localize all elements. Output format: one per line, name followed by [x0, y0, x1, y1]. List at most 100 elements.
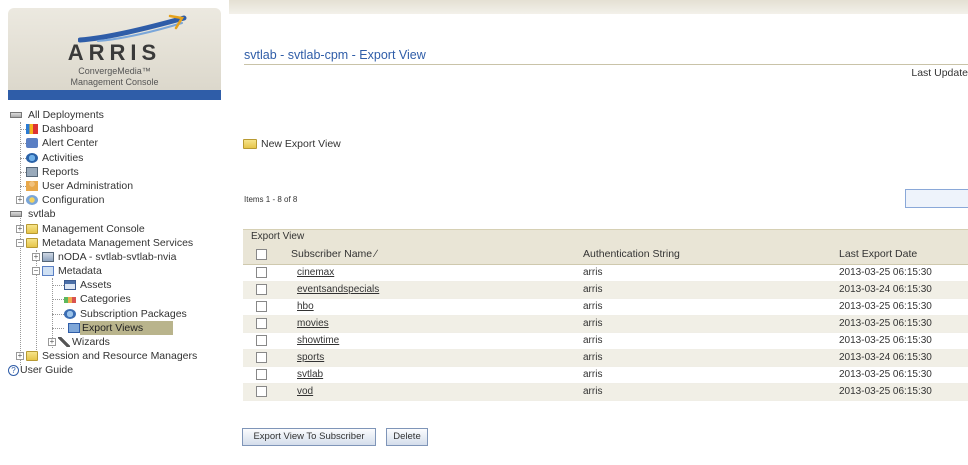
nav-alert-center[interactable]: Alert Center: [8, 136, 223, 150]
export-view-to-subscriber-button[interactable]: Export View To Subscriber: [242, 428, 376, 446]
table-row[interactable]: svtlab arris 2013-03-25 06:15:30: [243, 367, 968, 384]
wizard-icon: [58, 337, 70, 347]
reports-icon: [26, 166, 38, 177]
row-checkbox[interactable]: [256, 352, 267, 363]
expand-icon[interactable]: +: [32, 252, 40, 261]
nav-label: Assets: [80, 279, 112, 292]
dashboard-icon: [26, 124, 38, 135]
delete-button[interactable]: Delete: [386, 428, 428, 446]
filter-input[interactable]: [905, 189, 968, 208]
nav-metadata[interactable]: − Metadata: [8, 264, 223, 278]
nav-export-views[interactable]: Export Views: [8, 320, 223, 335]
table-row[interactable]: cinemax arris 2013-03-25 06:15:30: [243, 265, 968, 282]
subscriber-name-link[interactable]: svtlab: [297, 369, 323, 380]
nav-management-console[interactable]: + Management Console: [8, 222, 223, 236]
row-checkbox[interactable]: [256, 267, 267, 278]
items-count: Items 1 - 8 of 8: [244, 195, 298, 204]
nav-label: User Guide: [20, 364, 74, 377]
subscription-icon: [64, 308, 76, 319]
nav-label: Activities: [42, 151, 84, 164]
table-row[interactable]: hbo arris 2013-03-25 06:15:30: [243, 299, 968, 316]
subscriber-name-link[interactable]: cinemax: [297, 267, 334, 278]
last-export-date: 2013-03-24 06:15:30: [839, 352, 932, 363]
subscriber-name-link[interactable]: sports: [297, 352, 324, 363]
row-checkbox[interactable]: [256, 335, 267, 346]
authentication-string: arris: [583, 386, 603, 397]
drive-icon: [10, 112, 22, 118]
expand-icon[interactable]: +: [16, 352, 24, 361]
expand-icon[interactable]: +: [16, 196, 24, 205]
nav-metadata-management-services[interactable]: − Metadata Management Services: [8, 236, 223, 250]
expand-icon[interactable]: +: [48, 338, 56, 346]
nav-label: Configuration: [42, 194, 105, 207]
subscriber-name-link[interactable]: hbo: [297, 301, 314, 312]
nav-user-administration[interactable]: User Administration: [8, 179, 223, 193]
collapse-icon[interactable]: −: [16, 238, 24, 247]
table-row[interactable]: vod arris 2013-03-25 06:15:30: [243, 384, 968, 401]
nav-categories[interactable]: Categories: [8, 292, 223, 306]
table-row[interactable]: showtime arris 2013-03-25 06:15:30: [243, 333, 968, 350]
column-header-last-export-date[interactable]: Last Export Date: [839, 248, 917, 260]
row-checkbox[interactable]: [256, 318, 267, 329]
nav-configuration[interactable]: + Configuration: [8, 193, 223, 207]
logo-text: ARRIS: [67, 40, 162, 65]
nav-assets[interactable]: Assets: [8, 278, 223, 292]
folder-icon: [26, 351, 38, 362]
collapse-icon[interactable]: −: [32, 267, 40, 276]
nav-wizards[interactable]: + Wizards: [8, 335, 223, 349]
folder-open-icon: [26, 237, 38, 248]
last-export-date: 2013-03-25 06:15:30: [839, 318, 932, 329]
nav-activities[interactable]: Activities: [8, 151, 223, 165]
nav-reports[interactable]: Reports: [8, 165, 223, 179]
table-row[interactable]: eventsandspecials arris 2013-03-24 06:15…: [243, 282, 968, 299]
new-export-view-label: New Export View: [261, 138, 341, 150]
last-export-date: 2013-03-25 06:15:30: [839, 335, 932, 346]
nav-label: All Deployments: [28, 109, 104, 121]
last-export-date: 2013-03-25 06:15:30: [839, 301, 932, 312]
nav-noda[interactable]: + nODA - svtlab-svtlab-nvia: [8, 250, 223, 264]
divider: [244, 64, 968, 65]
column-header-authentication-string[interactable]: Authentication String: [583, 248, 680, 260]
navigation-tree: All Deployments Dashboard Alert Center A…: [8, 108, 223, 378]
subscriber-name-link[interactable]: movies: [297, 318, 329, 329]
nav-label: Subscription Packages: [80, 307, 187, 320]
nav-user-guide[interactable]: ? User Guide: [8, 363, 223, 377]
last-export-date: 2013-03-25 06:15:30: [839, 386, 932, 397]
subscriber-name-link[interactable]: vod: [297, 386, 313, 397]
nav-label: nODA - svtlab-svtlab-nvia: [58, 250, 177, 263]
nav-label: Wizards: [72, 336, 110, 348]
nav-svtlab[interactable]: svtlab: [8, 207, 223, 221]
select-all-checkbox[interactable]: [256, 249, 267, 260]
alert-icon: [26, 138, 38, 149]
page-title: svtlab - svtlab-cpm - Export View: [244, 48, 426, 62]
nav-label: Reports: [42, 165, 79, 178]
product-subtitle: Management Console: [70, 77, 159, 87]
row-checkbox[interactable]: [256, 386, 267, 397]
navigation-pane: ARRIS ConvergeMedia™ Management Console …: [0, 0, 225, 465]
nav-all-deployments[interactable]: All Deployments: [8, 108, 223, 122]
activities-icon: [26, 152, 38, 163]
nav-label: Session and Resource Managers: [42, 350, 198, 363]
nav-dashboard[interactable]: Dashboard: [8, 122, 223, 136]
brand-bar: [8, 90, 221, 100]
subscriber-name-link[interactable]: showtime: [297, 335, 339, 346]
folder-icon: [243, 139, 257, 149]
authentication-string: arris: [583, 284, 603, 295]
drive-icon: [10, 211, 22, 218]
column-header-subscriber-name[interactable]: Subscriber Name ∕: [291, 248, 377, 260]
table-row[interactable]: movies arris 2013-03-25 06:15:30: [243, 316, 968, 333]
configuration-icon: [26, 195, 38, 206]
authentication-string: arris: [583, 352, 603, 363]
table-row[interactable]: sports arris 2013-03-24 06:15:30: [243, 350, 968, 367]
table-header: Subscriber Name ∕ Authentication String …: [243, 244, 968, 265]
row-checkbox[interactable]: [256, 301, 267, 312]
nav-subscription-packages[interactable]: Subscription Packages: [8, 307, 223, 321]
nav-label: svtlab: [28, 208, 56, 221]
nav-session-resource-managers[interactable]: + Session and Resource Managers: [8, 349, 223, 363]
subscriber-name-link[interactable]: eventsandspecials: [297, 284, 379, 295]
expand-icon[interactable]: +: [16, 224, 24, 233]
row-checkbox[interactable]: [256, 284, 267, 295]
row-checkbox[interactable]: [256, 369, 267, 380]
categories-icon: [64, 297, 76, 304]
brand-header: ARRIS ConvergeMedia™ Management Console: [8, 8, 221, 90]
